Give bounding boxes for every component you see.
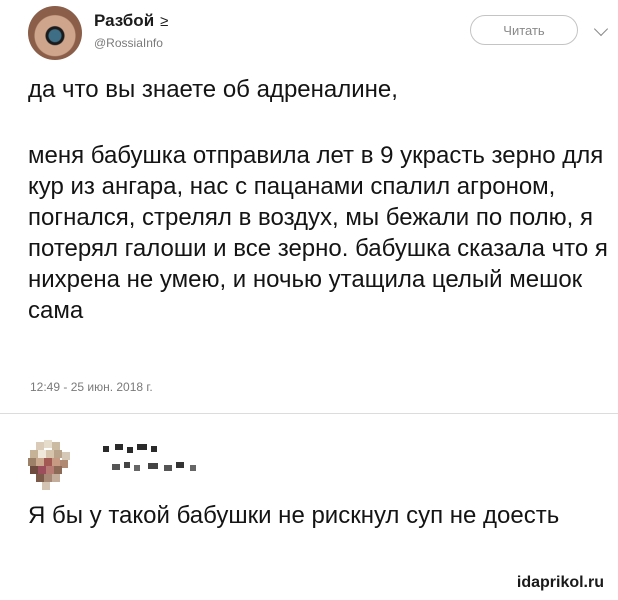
- reply-handle-pixelated: [112, 462, 212, 472]
- tweet-card: Разбой ≥ @RossiaInfo Читать да что вы зн…: [0, 0, 618, 405]
- reply-name-pixelated: [103, 444, 163, 454]
- tweet-timestamp[interactable]: 12:49 - 25 июн. 2018 г.: [30, 380, 153, 394]
- reply-text: Я бы у такой бабушки не рискнул суп не д…: [28, 502, 560, 529]
- watermark: idaprikol.ru: [516, 574, 604, 591]
- chevron-down-icon[interactable]: [593, 21, 609, 37]
- author-avatar[interactable]: [28, 6, 82, 60]
- follow-button[interactable]: Читать: [470, 15, 578, 45]
- author-handle[interactable]: @RossiaInfo: [94, 36, 163, 50]
- reply-avatar-pixelated: [22, 436, 80, 494]
- tweet-text-paragraph-2: меня бабушка отправила лет в 9 украсть з…: [28, 142, 608, 324]
- author-name-suffix: ≥: [160, 12, 169, 30]
- author-name-row[interactable]: Разбой ≥: [94, 11, 168, 31]
- author-name[interactable]: Разбой: [94, 11, 154, 31]
- tweet-text-paragraph-1: да что вы знаете об адреналине,: [28, 76, 398, 103]
- reply-card: Я бы у такой бабушки не рискнул суп не д…: [0, 414, 618, 600]
